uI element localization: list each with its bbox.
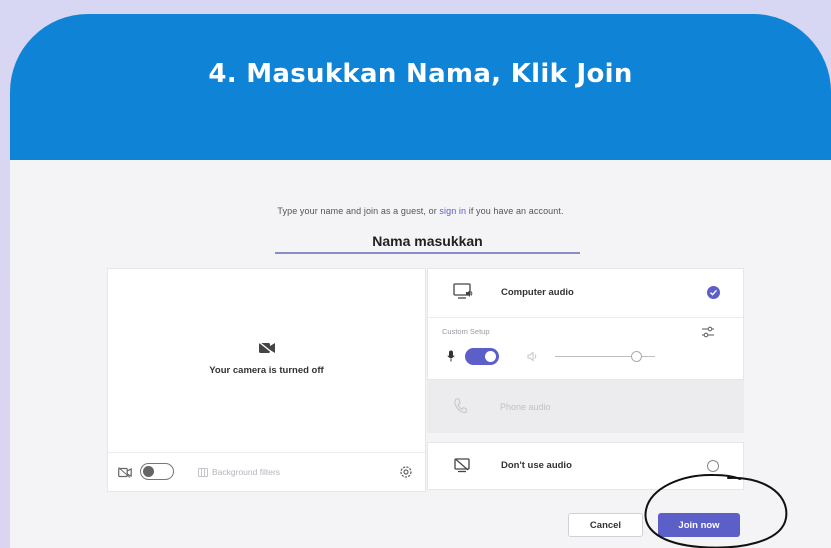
computer-audio-option[interactable]: Computer audio Custom Setup (427, 268, 744, 380)
banner-title: 4. Masukkan Nama, Klik Join (208, 59, 633, 89)
highlight-circle-annotation (644, 473, 788, 548)
sign-in-link[interactable]: sign in (439, 206, 466, 216)
microphone-toggle[interactable] (465, 348, 499, 365)
camera-preview: Your camera is turned off Background fil… (107, 268, 426, 492)
custom-setup-label: Custom Setup (442, 327, 490, 336)
checkmark-icon (710, 289, 718, 296)
no-audio-icon (454, 458, 470, 473)
speaker-icon (527, 351, 537, 362)
phone-icon (454, 398, 467, 414)
toggle-knob (485, 351, 496, 362)
settings-sliders-icon[interactable] (701, 326, 715, 338)
camera-status-text: Your camera is turned off (209, 365, 324, 376)
gear-icon[interactable] (399, 465, 413, 479)
phone-audio-option[interactable]: Phone audio (427, 380, 744, 433)
join-prompt-suffix: if you have an account. (466, 206, 564, 216)
microphone-icon (447, 350, 455, 362)
instruction-banner: 4. Masukkan Nama, Klik Join (10, 14, 831, 160)
dont-use-audio-label: Don't use audio (501, 460, 572, 471)
camera-off-icon (258, 341, 275, 355)
toggle-knob (143, 466, 154, 477)
name-input[interactable] (275, 230, 580, 254)
background-filters-icon (198, 468, 208, 477)
join-prompt-text: Type your name and join as a guest, or (277, 206, 440, 216)
volume-slider[interactable] (555, 351, 655, 362)
divider (428, 317, 743, 318)
camera-toggle[interactable] (140, 463, 174, 480)
computer-audio-icon (453, 283, 473, 299)
phone-audio-label: Phone audio (500, 402, 551, 412)
join-prompt: Type your name and join as a guest, or s… (10, 206, 831, 216)
selected-check-icon (707, 286, 720, 299)
cancel-button[interactable]: Cancel (568, 513, 643, 537)
camera-icon (118, 467, 132, 478)
background-filters-button[interactable]: Background filters (212, 467, 280, 477)
computer-audio-label: Computer audio (501, 287, 574, 298)
volume-thumb[interactable] (631, 351, 642, 362)
camera-controls: Background filters (108, 452, 425, 491)
